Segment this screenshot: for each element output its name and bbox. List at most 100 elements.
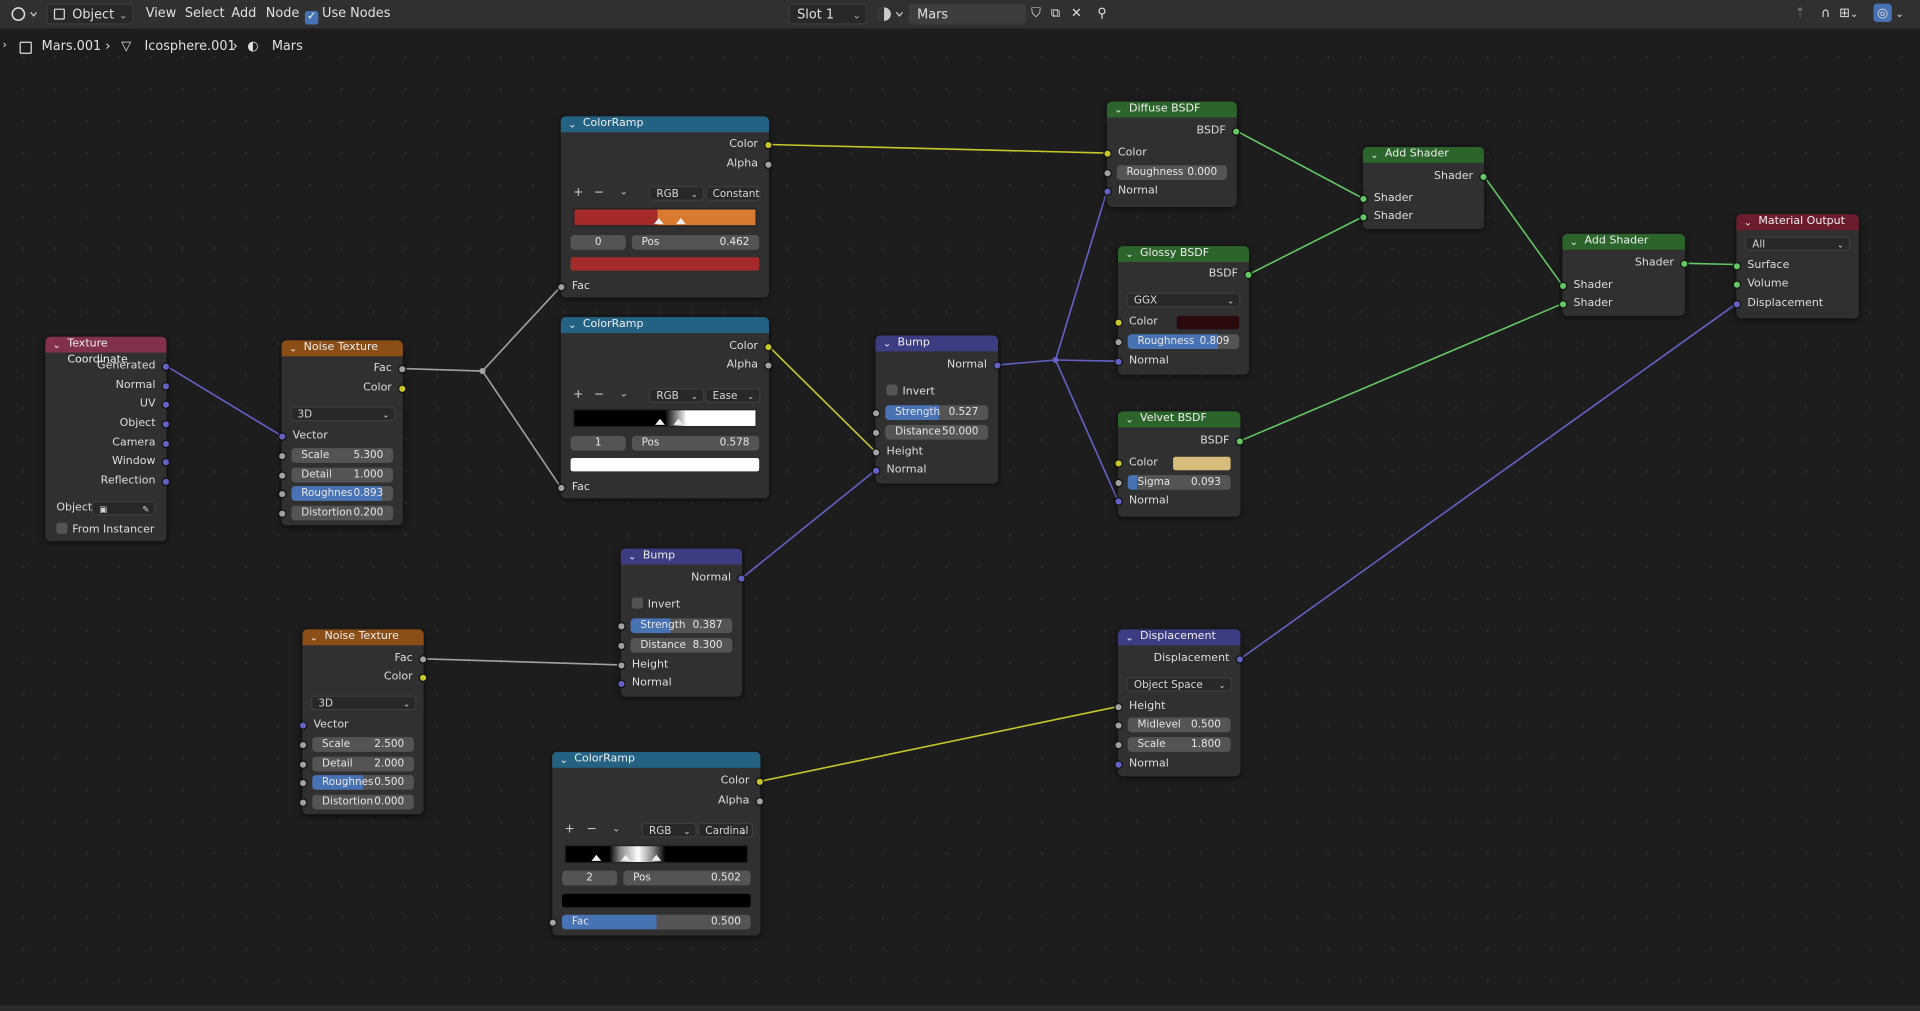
node-header[interactable]: ⌄ ColorRamp — [560, 116, 769, 133]
input-socket[interactable] — [1359, 213, 1368, 222]
position-field[interactable]: Pos 0.462 — [631, 235, 760, 250]
menu-view[interactable]: View — [146, 4, 177, 25]
from-instancer-checkbox[interactable]: From Instancer — [45, 522, 166, 539]
collapse-chevron-icon[interactable]: ⌄ — [1744, 214, 1752, 230]
colorramp-node[interactable]: ⌄ ColorRamp Color Alpha + − ⌄ RGB ⌄ Consta… — [557, 116, 773, 298]
ramp-stop-handle[interactable] — [653, 217, 664, 225]
noise-texture-node[interactable]: ⌄ Noise Texture Fac Color 3D ⌄ Vector Scal… — [298, 629, 428, 815]
node-header[interactable]: ⌄ Noise Texture — [302, 629, 424, 646]
scale-field[interactable]: Scale 1.800 — [1127, 737, 1231, 752]
output-socket[interactable] — [161, 439, 171, 449]
input-socket[interactable] — [1558, 300, 1568, 309]
input-socket[interactable] — [298, 760, 308, 769]
noise-texture-node[interactable]: ⌄ Noise Texture Fac Color 3D ⌄ Vector Scal… — [277, 340, 407, 526]
output-socket[interactable] — [161, 362, 171, 372]
collapse-chevron-icon[interactable]: ⌄ — [568, 116, 576, 132]
chevron-down-icon[interactable]: ⌄ — [1896, 4, 1908, 25]
input-socket[interactable] — [277, 471, 287, 481]
input-socket[interactable] — [617, 622, 626, 631]
input-socket[interactable] — [1359, 194, 1368, 204]
output-socket[interactable] — [1235, 655, 1245, 664]
output-socket[interactable] — [418, 673, 428, 683]
breadcrumb-material[interactable]: Mars — [272, 39, 303, 54]
ramp-menu-chevron-icon[interactable]: ⌄ — [620, 388, 628, 399]
ramp-stop-handle[interactable] — [675, 217, 686, 225]
input-socket[interactable] — [1114, 702, 1123, 712]
input-socket[interactable] — [298, 721, 308, 730]
input-socket[interactable] — [1114, 357, 1123, 367]
output-socket[interactable] — [1231, 127, 1241, 136]
output-socket[interactable] — [161, 477, 171, 487]
input-socket[interactable] — [298, 778, 308, 788]
ramp-stop-handle[interactable] — [591, 854, 602, 861]
color-mode-dropdown[interactable]: RGB ⌄ — [641, 822, 697, 838]
ramp-stop-handle[interactable] — [655, 418, 665, 425]
object-picker[interactable]: ▣ ✎ — [91, 500, 156, 516]
add-shader-node[interactable]: ⌄ Add Shader Shader Shader Shader — [1359, 146, 1488, 229]
ramp-stop-handle[interactable] — [651, 854, 662, 861]
breadcrumb-mesh[interactable]: Icosphere.001 — [144, 39, 235, 54]
dimensions-dropdown[interactable]: 3D ⌄ — [290, 406, 396, 422]
snap-icon[interactable]: ∩ — [1817, 4, 1834, 25]
node-header[interactable]: ⌄ Material Output — [1736, 214, 1859, 231]
bump-node[interactable]: ⌄ Bump Normal Invert Strength 0.527 Distan… — [871, 335, 1002, 484]
parent-node-tree-icon[interactable]: ⇡ — [1791, 4, 1808, 25]
output-socket[interactable] — [1479, 172, 1488, 182]
detail-field[interactable]: Detail 1.000 — [291, 467, 394, 483]
stop-color-swatch[interactable] — [570, 257, 760, 271]
roughness-slider[interactable]: Roughnes 0.500 — [312, 775, 414, 790]
input-socket[interactable] — [277, 489, 287, 499]
dimensions-dropdown[interactable]: 3D ⌄ — [311, 695, 417, 711]
unlink-material-icon[interactable]: ✕ — [1068, 4, 1085, 25]
output-socket[interactable] — [397, 364, 407, 374]
overlays-icon[interactable]: ◎ — [1873, 3, 1892, 23]
color-mode-dropdown[interactable]: RGB ⌄ — [648, 388, 705, 403]
input-socket[interactable] — [1732, 280, 1742, 289]
input-socket[interactable] — [1103, 168, 1112, 178]
input-socket[interactable] — [277, 451, 287, 461]
add-shader-node[interactable]: ⌄ Add Shader Shader Shader Shader — [1558, 233, 1689, 316]
input-socket[interactable] — [1114, 497, 1123, 506]
node-header[interactable]: ⌄ Bump — [875, 335, 998, 352]
output-socket[interactable] — [755, 797, 765, 806]
input-socket[interactable] — [298, 798, 308, 807]
collapse-chevron-icon[interactable]: ⌄ — [568, 317, 576, 333]
node-header[interactable]: ⌄ Add Shader — [1562, 233, 1685, 250]
invert-checkbox[interactable]: Invert — [621, 596, 742, 613]
output-socket[interactable] — [764, 342, 773, 352]
add-stop-icon[interactable]: + — [573, 388, 583, 401]
output-socket[interactable] — [764, 361, 773, 370]
output-socket[interactable] — [161, 420, 171, 429]
input-socket[interactable] — [557, 282, 566, 292]
breadcrumb-object[interactable]: Mars.001 — [42, 39, 102, 54]
use-nodes-toggle[interactable]: ✓ Use Nodes — [304, 4, 390, 25]
distance-field[interactable]: Distance 8.300 — [630, 637, 733, 653]
color-swatch[interactable] — [1176, 315, 1240, 330]
collapse-chevron-icon[interactable]: ⌄ — [560, 752, 568, 768]
color-mode-dropdown[interactable]: RGB ⌄ — [648, 186, 705, 201]
collapse-chevron-icon[interactable]: ⌄ — [1125, 629, 1133, 645]
output-socket[interactable] — [1235, 437, 1245, 446]
displacement-node[interactable]: ⌄ Displacement Displacement Object Space ⌄… — [1114, 629, 1245, 777]
collapse-chevron-icon[interactable]: ⌄ — [1370, 147, 1378, 163]
input-socket[interactable] — [1103, 149, 1112, 158]
menu-node[interactable]: Node — [266, 4, 300, 25]
collapse-chevron-icon[interactable]: ⌄ — [1570, 234, 1578, 250]
ramp-stop-handle[interactable] — [673, 418, 684, 425]
input-socket[interactable] — [617, 641, 626, 651]
horizontal-scrollbar[interactable] — [0, 1005, 1920, 1011]
input-socket[interactable] — [277, 509, 287, 518]
pin-icon[interactable]: ⚲ — [1093, 4, 1110, 25]
input-socket[interactable] — [1732, 262, 1742, 271]
target-dropdown[interactable]: All ⌄ — [1744, 236, 1851, 252]
interpolation-dropdown[interactable]: Ease ⌄ — [705, 388, 761, 403]
roughness-slider[interactable]: Roughnes 0.893 — [291, 486, 394, 501]
position-field[interactable]: Pos 0.578 — [631, 435, 760, 451]
ramp-menu-chevron-icon[interactable]: ⌄ — [620, 186, 628, 197]
colorramp-node[interactable]: ⌄ ColorRamp Color Alpha + − ⌄ RGB ⌄ Ease ⌄ … — [557, 317, 773, 499]
duplicate-material-icon[interactable]: ⧉ — [1047, 4, 1064, 25]
output-socket[interactable] — [993, 361, 1002, 370]
output-socket[interactable] — [764, 160, 773, 169]
input-socket[interactable] — [277, 432, 287, 441]
input-socket[interactable] — [1114, 740, 1123, 750]
